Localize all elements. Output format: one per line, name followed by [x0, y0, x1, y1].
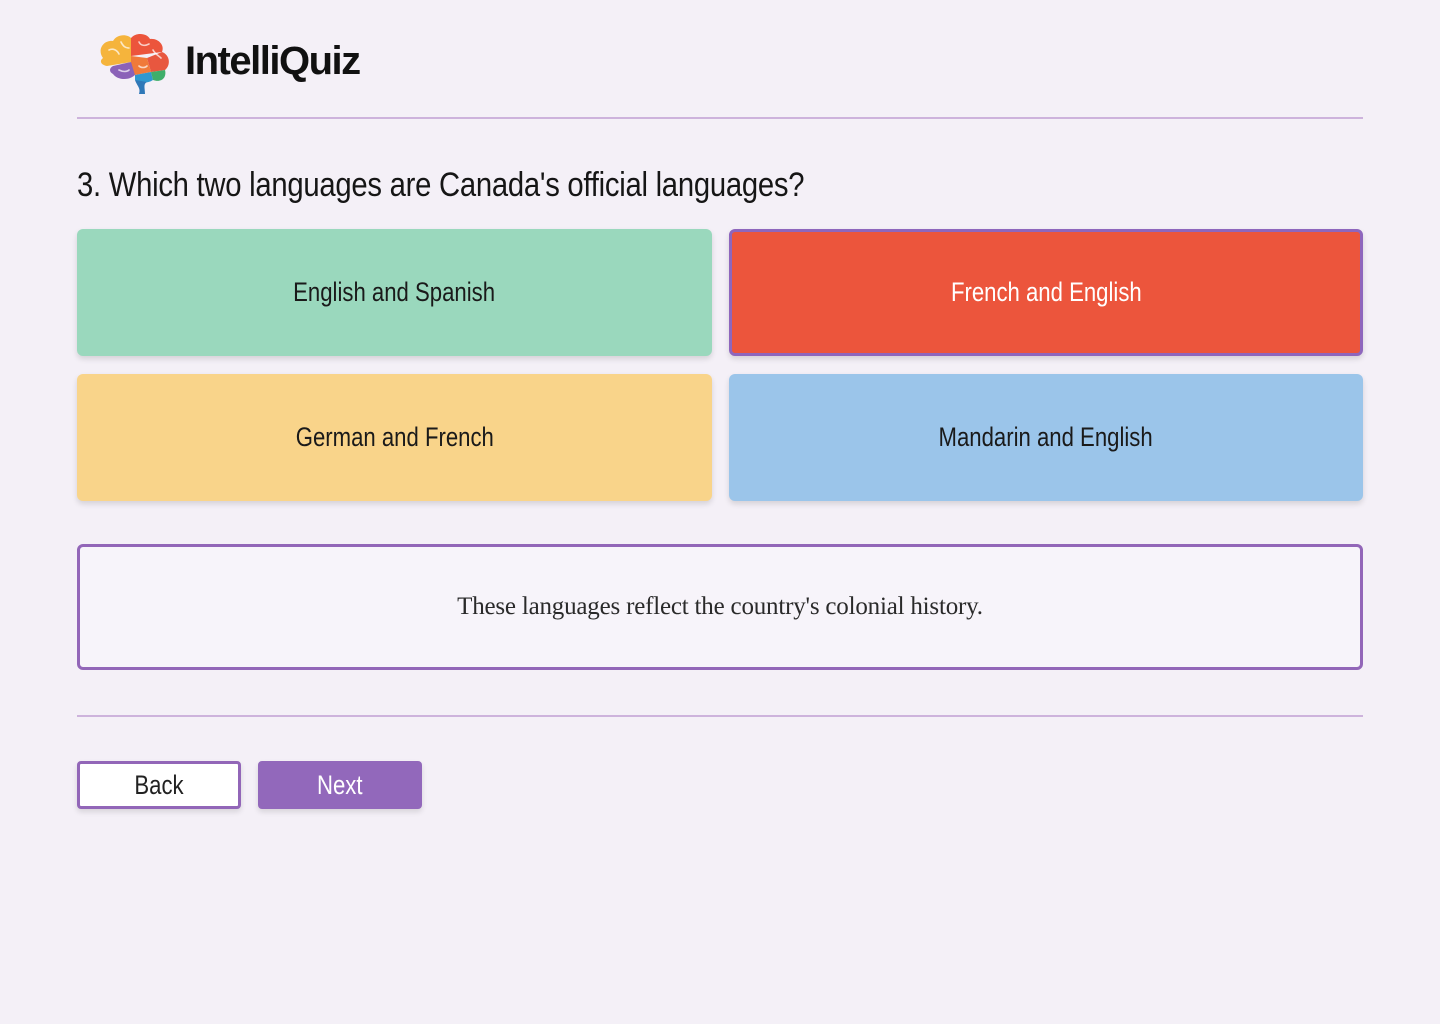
app-name: IntelliQuiz	[185, 38, 361, 83]
next-button[interactable]: Next	[258, 761, 422, 809]
answer-label: English and Spanish	[293, 277, 496, 307]
answer-option-1[interactable]: English and Spanish	[77, 229, 712, 356]
divider	[77, 715, 1363, 717]
brain-icon	[100, 33, 169, 94]
back-button-label: Back	[134, 769, 184, 800]
answer-label: German and French	[295, 422, 494, 452]
answer-option-3[interactable]: German and French	[77, 374, 712, 501]
answer-label: French and English	[950, 277, 1142, 307]
next-button-label: Next	[317, 769, 363, 800]
question-text: 3. Which two languages are Canada's offi…	[77, 166, 805, 204]
answer-label: Mandarin and English	[938, 422, 1154, 452]
answer-option-4[interactable]: Mandarin and English	[729, 374, 1363, 501]
answer-grid: English and Spanish French and English G…	[77, 229, 1363, 501]
back-button[interactable]: Back	[77, 761, 241, 809]
app-logo[interactable]: IntelliQuiz	[95, 28, 361, 98]
app-header: IntelliQuiz	[77, 0, 1363, 119]
answer-option-2[interactable]: French and English	[729, 229, 1363, 356]
hint-text: These languages reflect the country's co…	[457, 593, 983, 620]
hint-box: These languages reflect the country's co…	[77, 544, 1363, 670]
